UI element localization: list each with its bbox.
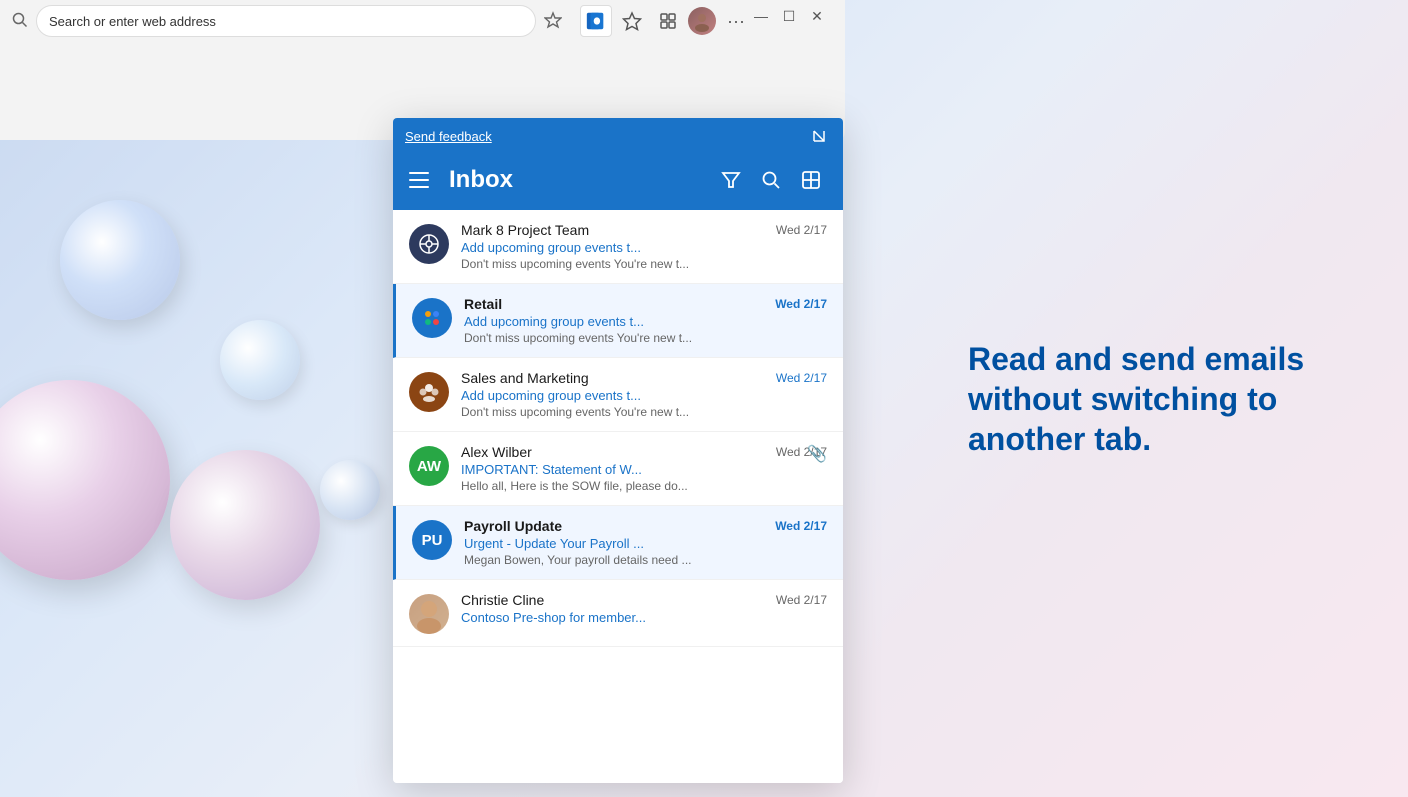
window-controls: — ☐ ✕	[753, 8, 825, 24]
email-subject: Add upcoming group events t...	[461, 388, 827, 403]
search-icon	[12, 12, 28, 31]
address-text: Search or enter web address	[49, 14, 523, 29]
email-subject: Contoso Pre-shop for member...	[461, 610, 827, 625]
email-item[interactable]: PU Payroll Update Wed 2/17 Urgent - Upda…	[393, 506, 843, 580]
sender-name: Retail	[464, 296, 502, 312]
email-item[interactable]: AW Alex Wilber Wed 2/17 IMPORTANT: State…	[393, 432, 843, 506]
email-item[interactable]: Christie Cline Wed 2/17 Contoso Pre-shop…	[393, 580, 843, 647]
sender-name: Sales and Marketing	[461, 370, 589, 386]
attachment-icon: 📎	[807, 444, 827, 464]
email-preview: Hello all, Here is the SOW file, please …	[461, 479, 827, 493]
address-bar[interactable]: Search or enter web address	[36, 5, 536, 37]
tab-icons: ···	[580, 5, 752, 37]
send-feedback-link[interactable]: Send feedback	[405, 129, 492, 144]
email-item[interactable]: Sales and Marketing Wed 2/17 Add upcomin…	[393, 358, 843, 432]
avatar: PU	[412, 520, 452, 560]
outlook-panel: Send feedback Inbox	[393, 118, 843, 783]
email-preview: Don't miss upcoming events You're new t.…	[461, 257, 827, 271]
user-avatar[interactable]	[688, 7, 716, 35]
panel-topbar: Send feedback	[393, 118, 843, 154]
inbox-title: Inbox	[449, 166, 513, 194]
sender-name: Payroll Update	[464, 518, 562, 534]
promo-heading: Read and send emails without switching t…	[968, 339, 1348, 459]
minimize-button[interactable]: —	[753, 8, 769, 24]
compose-button[interactable]	[795, 164, 827, 196]
email-content: Sales and Marketing Wed 2/17 Add upcomin…	[461, 370, 827, 419]
email-top-row: Christie Cline Wed 2/17	[461, 592, 827, 608]
header-actions	[715, 164, 827, 196]
maximize-button[interactable]: ☐	[781, 8, 797, 24]
filter-button[interactable]	[715, 164, 747, 196]
email-preview: Don't miss upcoming events You're new t.…	[461, 405, 827, 419]
email-top-row: Mark 8 Project Team Wed 2/17	[461, 222, 827, 238]
sender-name: Christie Cline	[461, 592, 544, 608]
email-top-row: Alex Wilber Wed 2/17	[461, 444, 827, 460]
decorative-sphere-1	[60, 200, 180, 320]
email-content: Retail Wed 2/17 Add upcoming group event…	[464, 296, 827, 345]
favorites-icon[interactable]	[544, 11, 564, 31]
sender-name: Alex Wilber	[461, 444, 532, 460]
sender-name: Mark 8 Project Team	[461, 222, 589, 238]
email-subject: Add upcoming group events t...	[464, 314, 827, 329]
avatar	[409, 372, 449, 412]
email-preview: Don't miss upcoming events You're new t.…	[464, 331, 827, 345]
avatar	[409, 594, 449, 634]
email-top-row: Retail Wed 2/17	[464, 296, 827, 312]
header-left: Inbox	[409, 166, 513, 194]
right-text-block: Read and send emails without switching t…	[968, 339, 1348, 459]
address-bar-row: Search or enter web address	[0, 0, 845, 44]
email-subject: Urgent - Update Your Payroll ...	[464, 536, 827, 551]
email-date: Wed 2/17	[775, 519, 827, 533]
email-subject: IMPORTANT: Statement of W...	[461, 462, 827, 477]
search-button[interactable]	[755, 164, 787, 196]
email-date: Wed 2/17	[776, 371, 827, 385]
close-button[interactable]: ✕	[809, 8, 825, 24]
hamburger-menu-button[interactable]	[409, 168, 433, 192]
panel-header: Inbox	[393, 154, 843, 210]
email-list: Mark 8 Project Team Wed 2/17 Add upcomin…	[393, 210, 843, 783]
email-item[interactable]: Mark 8 Project Team Wed 2/17 Add upcomin…	[393, 210, 843, 284]
decorative-sphere-4	[170, 450, 320, 600]
email-top-row: Payroll Update Wed 2/17	[464, 518, 827, 534]
email-top-row: Sales and Marketing Wed 2/17	[461, 370, 827, 386]
decorative-sphere-3	[220, 320, 300, 400]
avatar	[409, 224, 449, 264]
outlook-tab[interactable]	[580, 5, 612, 37]
email-content: Mark 8 Project Team Wed 2/17 Add upcomin…	[461, 222, 827, 271]
avatar: AW	[409, 446, 449, 486]
avatar	[412, 298, 452, 338]
email-content: Payroll Update Wed 2/17 Urgent - Update …	[464, 518, 827, 567]
collections-tab[interactable]	[652, 5, 684, 37]
email-date: Wed 2/17	[776, 223, 827, 237]
favorites-tab[interactable]	[616, 5, 648, 37]
expand-panel-button[interactable]	[807, 124, 831, 148]
email-content: Alex Wilber Wed 2/17 IMPORTANT: Statemen…	[461, 444, 827, 493]
email-item[interactable]: Retail Wed 2/17 Add upcoming group event…	[393, 284, 843, 358]
email-date: Wed 2/17	[776, 593, 827, 607]
email-preview: Megan Bowen, Your payroll details need .…	[464, 553, 827, 567]
more-options-button[interactable]: ···	[720, 5, 752, 37]
email-subject: Add upcoming group events t...	[461, 240, 827, 255]
email-content: Christie Cline Wed 2/17 Contoso Pre-shop…	[461, 592, 827, 627]
email-date: Wed 2/17	[775, 297, 827, 311]
decorative-sphere-5	[320, 460, 380, 520]
